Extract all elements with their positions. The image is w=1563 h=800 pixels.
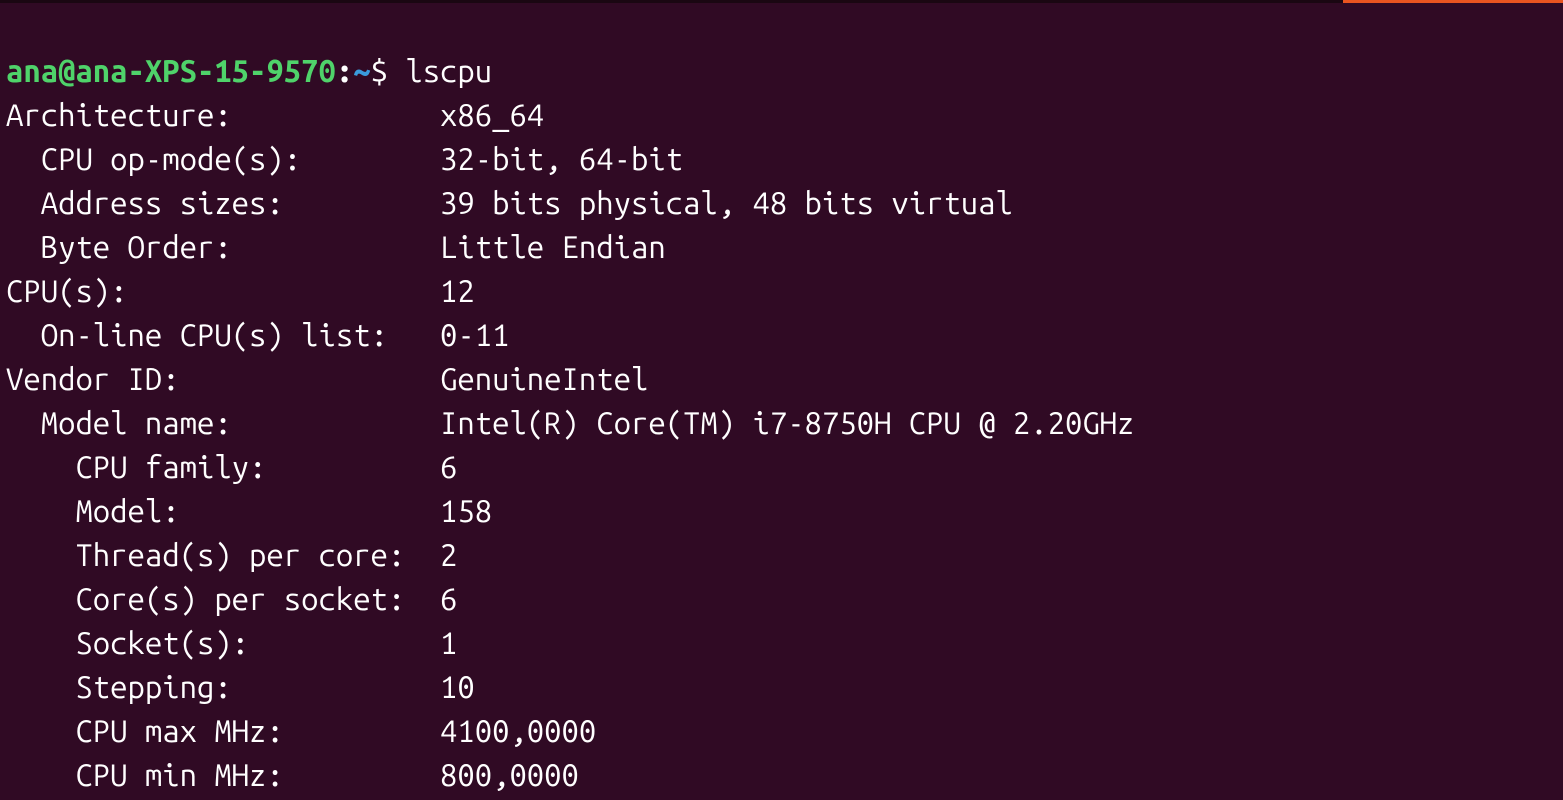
output-row: Socket(s): 1 [6,621,1557,665]
output-value: 10 [440,669,475,704]
output-label: Socket(s): [6,625,440,660]
output-label: Vendor ID: [6,361,440,396]
output-label: CPU family: [6,449,440,484]
output-value: 1 [440,625,457,660]
prompt-dollar: $ [371,53,406,88]
output-label: CPU min MHz: [6,757,440,792]
output-label: CPU max MHz: [6,713,440,748]
output-row: Vendor ID: GenuineIntel [6,357,1557,401]
output-value: 800,0000 [440,757,579,792]
window-top-edge [0,0,1563,3]
output-value: 12 [440,273,475,308]
output-row: Stepping: 10 [6,665,1557,709]
output-row: Address sizes: 39 bits physical, 48 bits… [6,181,1557,225]
output-label: Byte Order: [6,229,440,264]
output-label: Model name: [6,405,440,440]
output-label: Address sizes: [6,185,440,220]
output-row: CPU op-mode(s): 32-bit, 64-bit [6,137,1557,181]
output-value: 0-11 [440,317,509,352]
output-value: Little Endian [440,229,666,264]
output-row: CPU min MHz: 800,0000 [6,753,1557,797]
output-label: Thread(s) per core: [6,537,440,572]
output-label: Model: [6,493,440,528]
prompt-colon: : [336,53,353,88]
terminal-viewport[interactable]: ana@ana-XPS-15-9570:~$ lscpuArchitecture… [0,3,1563,800]
output-value: 2 [440,537,457,572]
output-row: Architecture: x86_64 [6,93,1557,137]
output-label: Architecture: [6,97,440,132]
output-label: Core(s) per socket: [6,581,440,616]
prompt-user-host: ana@ana-XPS-15-9570 [6,53,336,88]
output-value: 32-bit, 64-bit [440,141,683,176]
output-row: CPU max MHz: 4100,0000 [6,709,1557,753]
output-value: GenuineIntel [440,361,648,396]
output-value: 39 bits physical, 48 bits virtual [440,185,1013,220]
output-value: 6 [440,581,457,616]
output-row: Core(s) per socket: 6 [6,577,1557,621]
output-row: Byte Order: Little Endian [6,225,1557,269]
output-label: CPU(s): [6,273,440,308]
output-row: On-line CPU(s) list: 0-11 [6,313,1557,357]
output-value: 4100,0000 [440,713,596,748]
output-label: CPU op-mode(s): [6,141,440,176]
window-top-edge-accent [1343,0,1563,3]
output-label: On-line CPU(s) list: [6,317,440,352]
lscpu-output: Architecture: x86_64 CPU op-mode(s): 32-… [6,93,1557,800]
output-row: Thread(s) per core: 2 [6,533,1557,577]
output-value: 6 [440,449,457,484]
output-row: CPU family: 6 [6,445,1557,489]
output-value: x86_64 [440,97,544,132]
output-value: 158 [440,493,492,528]
output-row: Model name: Intel(R) Core(TM) i7-8750H C… [6,401,1557,445]
command-text: lscpu [405,53,492,88]
output-row: CPU(s): 12 [6,269,1557,313]
window-top-edge-dark [0,0,1343,3]
prompt-line: ana@ana-XPS-15-9570:~$ lscpu [6,49,1557,93]
output-value: Intel(R) Core(TM) i7-8750H CPU @ 2.20GHz [440,405,1134,440]
output-label: Stepping: [6,669,440,704]
output-row: Model: 158 [6,489,1557,533]
prompt-path: ~ [353,53,370,88]
